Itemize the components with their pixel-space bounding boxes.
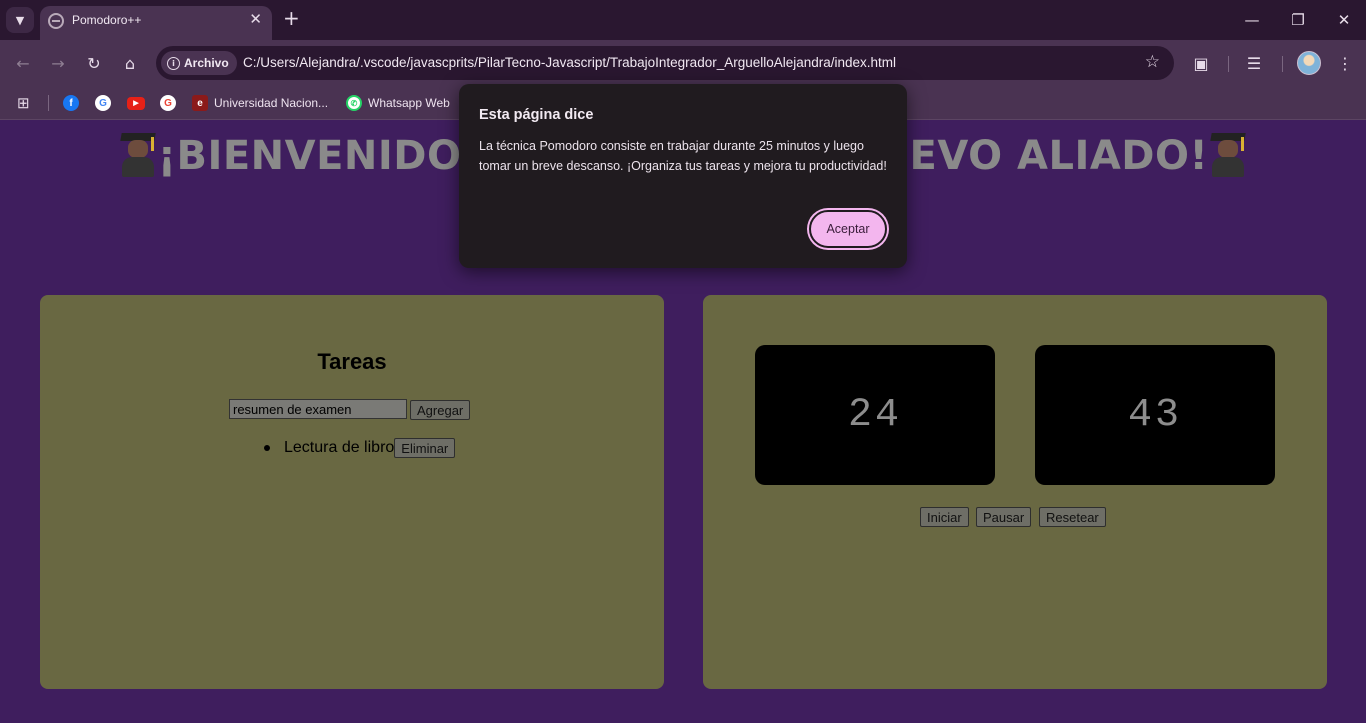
home-icon[interactable]: ⌂ <box>117 50 143 76</box>
whatsapp-icon: ✆ <box>346 95 362 111</box>
browser-toolbar: ← → ↻ ⌂ i Archivo C:/Users/Alejandra/.vs… <box>0 40 1366 86</box>
headline-right-text: EVO ALIADO! <box>909 133 1209 179</box>
bookmark-label: Whatsapp Web <box>368 96 450 110</box>
browser-tab[interactable]: Pomodoro++ ✕ <box>40 6 272 40</box>
bookmark-facebook[interactable]: f <box>63 93 79 113</box>
timer-panel: 24 43 Iniciar Pausar Resetear <box>703 295 1327 689</box>
profile-avatar[interactable] <box>1297 51 1321 75</box>
tasks-title: Tareas <box>317 349 387 374</box>
facebook-icon: f <box>63 95 79 111</box>
dialog-message: La técnica Pomodoro consiste en trabajar… <box>479 139 887 173</box>
menu-kebab-icon[interactable]: ⋮ <box>1332 50 1358 76</box>
bookmark-whatsapp[interactable]: ✆ Whatsapp Web <box>346 93 450 113</box>
bookmark-google[interactable]: G <box>95 93 111 113</box>
task-input[interactable] <box>229 399 407 419</box>
translate-icon[interactable]: ☰ <box>1241 50 1267 76</box>
tab-strip: ▼ Pomodoro++ ✕ + — ❐ ✕ <box>0 0 1366 40</box>
university-icon: e <box>192 95 208 111</box>
bookmarks-divider <box>48 95 49 111</box>
reset-button[interactable]: Resetear <box>1039 507 1106 527</box>
toolbar-divider <box>1228 56 1229 72</box>
new-tab-icon[interactable]: + <box>283 6 300 30</box>
pause-button[interactable]: Pausar <box>976 507 1032 527</box>
reload-icon[interactable]: ↻ <box>81 50 107 76</box>
bookmark-star-icon[interactable]: ☆ <box>1145 52 1160 72</box>
bookmark-youtube[interactable]: ▶ <box>127 93 145 113</box>
bookmark-label: Universidad Nacion... <box>214 96 329 110</box>
start-button[interactable]: Iniciar <box>920 507 969 527</box>
tab-title: Pomodoro++ <box>72 13 142 27</box>
graduate-emoji-icon <box>1208 131 1248 177</box>
close-window-icon[interactable]: ✕ <box>1328 7 1360 33</box>
site-info-label: Archivo <box>184 56 229 70</box>
extensions-icon[interactable]: ▣ <box>1188 50 1214 76</box>
tasks-panel: Tareas Agregar Lectura de libro Eliminar <box>40 295 664 689</box>
site-info-chip[interactable]: i Archivo <box>161 51 237 75</box>
forward-icon[interactable]: → <box>45 50 71 76</box>
seconds-display: 43 <box>1035 345 1275 485</box>
globe-icon <box>48 13 64 29</box>
headline-left-text: ¡BIENVENIDO <box>157 133 462 179</box>
restore-icon[interactable]: ❐ <box>1282 7 1314 33</box>
minimize-icon[interactable]: — <box>1236 7 1268 33</box>
address-bar[interactable]: i Archivo C:/Users/Alejandra/.vscode/jav… <box>156 46 1174 80</box>
apps-grid-icon[interactable]: ⊞ <box>17 93 30 113</box>
back-icon[interactable]: ← <box>10 50 36 76</box>
url-text: C:/Users/Alejandra/.vscode/javascprits/P… <box>243 55 897 70</box>
youtube-icon: ▶ <box>127 96 145 110</box>
google-icon: G <box>95 95 111 111</box>
delete-task-button[interactable]: Eliminar <box>394 438 456 458</box>
alert-dialog: Esta página dice La técnica Pomodoro con… <box>459 84 907 268</box>
close-tab-icon[interactable]: ✕ <box>249 10 262 28</box>
graduate-emoji-icon <box>118 131 158 177</box>
chevron-down-icon: ▼ <box>15 13 25 27</box>
dialog-title: Esta página dice <box>479 107 594 123</box>
google-icon: G <box>160 95 176 111</box>
accept-button[interactable]: Aceptar <box>809 210 887 248</box>
info-icon: i <box>167 56 180 70</box>
task-list-item: Lectura de libro Eliminar <box>264 438 456 458</box>
minutes-display: 24 <box>755 345 995 485</box>
bookmark-universidad[interactable]: e Universidad Nacion... <box>192 93 328 113</box>
tab-search-button[interactable]: ▼ <box>6 7 34 33</box>
bullet-icon <box>264 445 270 451</box>
toolbar-divider <box>1282 56 1283 72</box>
bookmark-google-2[interactable]: G <box>160 93 176 113</box>
task-list: Lectura de libro Eliminar <box>264 438 456 458</box>
add-task-button[interactable]: Agregar <box>410 400 471 420</box>
task-text: Lectura de libro <box>284 439 395 456</box>
